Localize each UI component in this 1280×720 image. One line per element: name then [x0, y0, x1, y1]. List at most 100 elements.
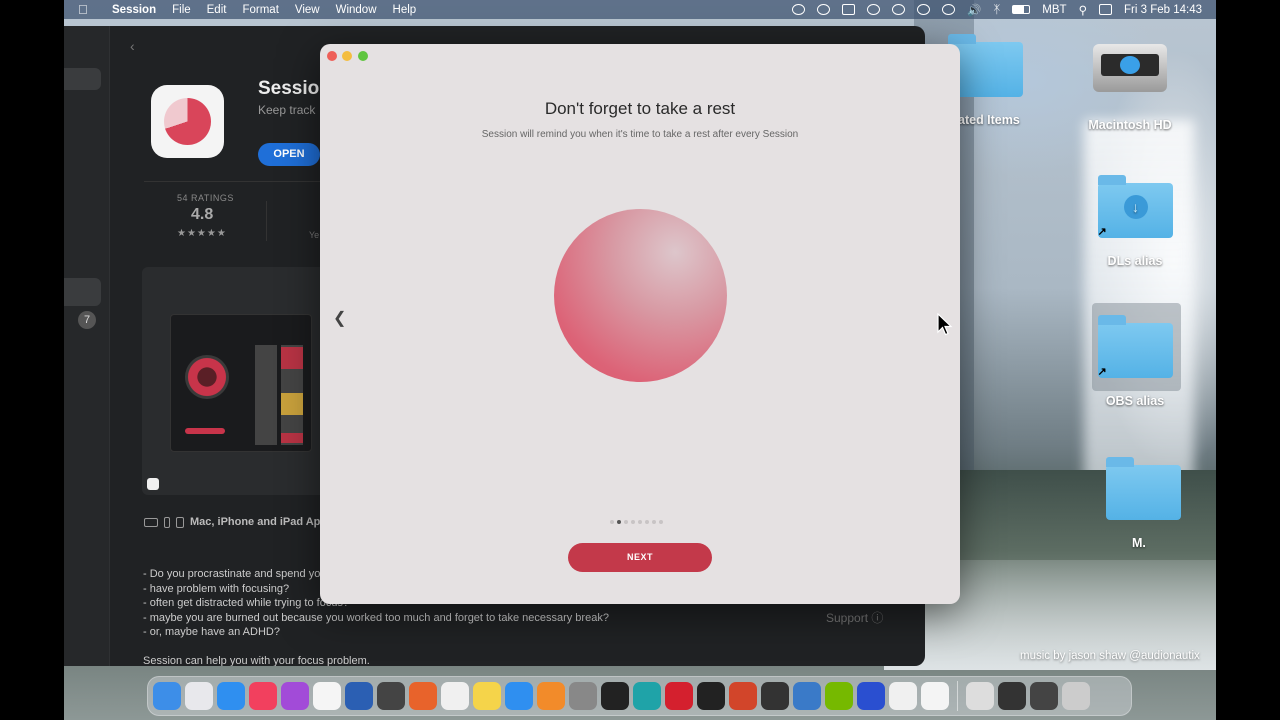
soundsource-icon[interactable]: [857, 682, 885, 710]
gear-status-icon[interactable]: [892, 4, 906, 15]
obs-icon[interactable]: [601, 682, 629, 710]
desktop-icon-dls-alias[interactable]: ↓ ↗ DLs alias: [1092, 175, 1178, 268]
screenshot-start-button: [185, 428, 225, 434]
desktop-icon-obs-alias[interactable]: ↗ OBS alias: [1092, 315, 1178, 408]
safari-icon[interactable]: [217, 682, 245, 710]
clock-label[interactable]: Fri 3 Feb 14:43: [1124, 4, 1202, 16]
menu-app-name[interactable]: Session: [100, 4, 164, 16]
downloads-folder-icon: ↓ ↗: [1097, 175, 1173, 238]
stack-status-icon[interactable]: [842, 4, 856, 15]
devices-label: Mac, iPhone and iPad Ap: [190, 516, 321, 528]
zoom-button[interactable]: [358, 51, 368, 61]
photos-icon[interactable]: [313, 682, 341, 710]
firefox-icon[interactable]: [409, 682, 437, 710]
timer-dial-icon: [164, 98, 211, 145]
screenshot-block: [281, 393, 303, 415]
previous-chevron-icon[interactable]: ❮: [333, 308, 346, 328]
page-dot[interactable]: [638, 520, 642, 524]
desktop-icon-label: DLs alias: [1107, 254, 1163, 268]
volume-icon[interactable]: 🔊: [967, 3, 981, 17]
opera-icon[interactable]: [665, 682, 693, 710]
word-icon[interactable]: [345, 682, 373, 710]
menu-view[interactable]: View: [287, 4, 328, 16]
menu-file[interactable]: File: [164, 4, 199, 16]
menu-help[interactable]: Help: [385, 4, 425, 16]
books-icon[interactable]: [537, 682, 565, 710]
time-machine-icon[interactable]: [942, 4, 956, 15]
desktop-icon-m[interactable]: M.: [1100, 457, 1186, 550]
alias-arrow-icon: ↗: [1097, 366, 1107, 378]
page-dot[interactable]: [645, 520, 649, 524]
page-dot[interactable]: [617, 520, 621, 524]
screen-record-icon[interactable]: [817, 4, 831, 15]
bluetooth-icon[interactable]: ᛡ: [993, 4, 1000, 16]
music-credit: music by jason shaw @audionautix: [1020, 650, 1200, 662]
desktop-icon-macintosh-hd[interactable]: Macintosh HD: [1080, 44, 1180, 132]
tablet-icon: [176, 516, 184, 528]
timing-icon[interactable]: [889, 682, 917, 710]
launchpad-icon[interactable]: [185, 682, 213, 710]
support-link[interactable]: Support ⓘ: [826, 609, 883, 626]
battery-icon[interactable]: [1012, 5, 1031, 14]
system-preferences-icon[interactable]: [569, 682, 597, 710]
page-dot[interactable]: [631, 520, 635, 524]
folder-icon: ↗: [1097, 315, 1173, 378]
app-screenshot[interactable]: [170, 314, 312, 452]
sidebar-search-field[interactable]: [64, 68, 101, 90]
sidebar-item-selected[interactable]: [64, 278, 101, 306]
menu-edit[interactable]: Edit: [199, 4, 235, 16]
session-app-icon: [151, 85, 224, 158]
textedit-icon[interactable]: [441, 682, 469, 710]
powerpoint-icon[interactable]: [729, 682, 757, 710]
rating-stars: ★★★★★: [177, 228, 227, 239]
resolve-icon[interactable]: [761, 682, 789, 710]
brightness-icon[interactable]: [867, 4, 881, 15]
laptop-icon: [144, 517, 158, 527]
minimize-button[interactable]: [342, 51, 352, 61]
finder-icon[interactable]: [153, 682, 181, 710]
back-chevron-icon[interactable]: ‹: [130, 38, 135, 54]
session-onboarding-window: Don't forget to take a rest Session will…: [320, 44, 960, 604]
remote-desktop-icon[interactable]: [793, 682, 821, 710]
podcasts-icon[interactable]: [281, 682, 309, 710]
store-sidebar: 7: [64, 26, 110, 666]
close-button[interactable]: [327, 51, 337, 61]
input-source-label[interactable]: MBT: [1042, 4, 1066, 16]
onboarding-title: Don't forget to take a rest: [544, 99, 736, 118]
page-dot[interactable]: [624, 520, 628, 524]
screenshot-stack-icon[interactable]: [998, 682, 1026, 710]
menu-window[interactable]: Window: [328, 4, 385, 16]
open-button[interactable]: OPEN: [258, 143, 320, 166]
pixelmator-icon[interactable]: [377, 682, 405, 710]
desc-line: - or, maybe have an ADHD?: [143, 626, 280, 638]
spotlight-search-icon[interactable]: ⚲: [1079, 3, 1087, 17]
apple-menu-icon[interactable]: : [78, 2, 100, 17]
nvidia-icon[interactable]: [825, 682, 853, 710]
trash-icon[interactable]: [1062, 682, 1090, 710]
window-stack-icon[interactable]: [1030, 682, 1058, 710]
screenshot-thumb-icon[interactable]: [147, 478, 159, 490]
circle-status-icon[interactable]: [792, 4, 806, 15]
session-icon[interactable]: [921, 682, 949, 710]
alias-arrow-icon: ↗: [1097, 226, 1107, 238]
status-area: 🔊 ᛡ MBT ⚲ Fri 3 Feb 14:43: [792, 3, 1216, 17]
music-icon[interactable]: [249, 682, 277, 710]
page-dot[interactable]: [659, 520, 663, 524]
focus-status-icon[interactable]: [917, 4, 931, 15]
notes-icon[interactable]: [473, 682, 501, 710]
dock: [147, 676, 1132, 716]
rest-orb: [554, 209, 727, 382]
screenshot-dial: [185, 355, 229, 399]
edge-icon[interactable]: [633, 682, 661, 710]
menu-format[interactable]: Format: [234, 4, 286, 16]
page-dot[interactable]: [652, 520, 656, 524]
next-button[interactable]: NEXT: [568, 543, 712, 572]
hard-drive-icon: [1093, 44, 1167, 92]
app-store-icon[interactable]: [505, 682, 533, 710]
document-stack-icon[interactable]: [966, 682, 994, 710]
control-center-icon[interactable]: [1099, 4, 1113, 15]
activity-monitor-icon[interactable]: [697, 682, 725, 710]
menu-bar:  Session File Edit Format View Window H…: [64, 0, 1216, 19]
desc-line: - maybe you are burned out because you w…: [143, 611, 609, 624]
page-dot[interactable]: [610, 520, 614, 524]
